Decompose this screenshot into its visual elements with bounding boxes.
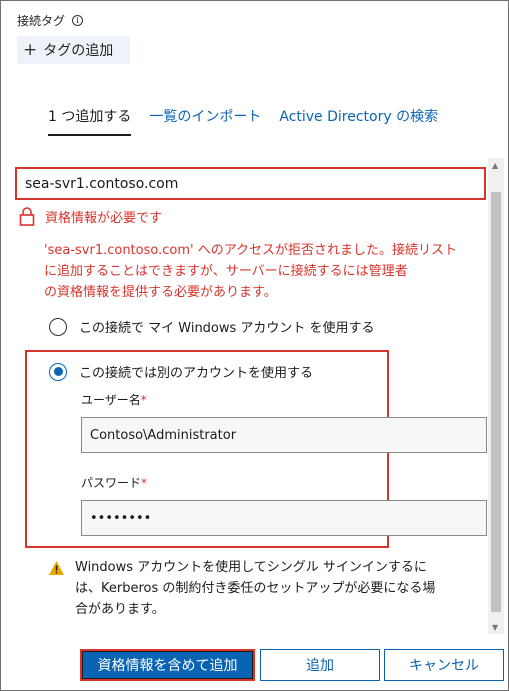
kerberos-notice: Windows アカウントを使用してシングル サインインするに は、Kerber… <box>48 557 475 620</box>
vertical-scrollbar[interactable]: ▲ ▼ <box>488 158 504 634</box>
add-button[interactable]: 追加 <box>260 649 380 681</box>
credentials-required-label: 資格情報が必要です <box>45 210 163 226</box>
lock-icon <box>19 207 35 226</box>
server-name-input[interactable] <box>15 167 486 200</box>
tab-ad-search[interactable]: Active Directory の検索 <box>279 106 438 136</box>
kerberos-notice-line: は、Kerberos の制約付き委任のセットアップが必要になる場 <box>75 581 436 596</box>
radio-other-account[interactable]: この接続では別のアカウントを使用する <box>49 362 313 381</box>
tab-add-one[interactable]: 1 つ追加する <box>48 106 132 136</box>
password-field[interactable] <box>81 500 487 536</box>
access-denied-message: 'sea-svr1.contoso.com' へのアクセスが拒否されました。接続… <box>44 240 484 303</box>
kerberos-notice-line: 合があります。 <box>75 602 165 617</box>
add-with-credentials-button[interactable]: 資格情報を含めて追加 <box>80 649 255 681</box>
radio-button-selected[interactable] <box>49 362 67 381</box>
add-tag-label: タグの追加 <box>43 43 114 59</box>
kerberos-notice-text: Windows アカウントを使用してシングル サインインするに は、Kerber… <box>75 557 475 620</box>
radio-my-account[interactable]: この接続で マイ Windows アカウント を使用する <box>49 317 375 336</box>
radio-button[interactable] <box>49 317 67 336</box>
username-field[interactable] <box>81 417 487 453</box>
radio-my-account-label: この接続で マイ Windows アカウント を使用する <box>79 321 375 336</box>
access-denied-line: 'sea-svr1.contoso.com' へのアクセスが拒否されました。接続… <box>44 243 458 258</box>
credentials-required: 資格情報が必要です <box>19 206 162 226</box>
scroll-down-icon[interactable]: ▼ <box>492 623 498 632</box>
access-denied-line: に追加することはできますが、サーバーに接続するには管理者 <box>44 264 408 279</box>
add-tag-button[interactable]: + タグの追加 <box>17 36 130 64</box>
plus-icon: + <box>23 39 38 60</box>
kerberos-notice-line: Windows アカウントを使用してシングル サインインするに <box>75 560 427 575</box>
radio-other-account-label: この接続では別のアカウントを使用する <box>79 366 314 381</box>
required-marker: * <box>141 476 148 490</box>
tags-title-text: 接続タグ <box>17 14 66 28</box>
password-label: パスワード* <box>81 474 147 491</box>
scrollbar-thumb[interactable] <box>491 192 501 612</box>
password-label-text: パスワード <box>81 476 142 490</box>
cancel-button[interactable]: キャンセル <box>384 649 504 681</box>
tab-import-list[interactable]: 一覧のインポート <box>149 106 261 136</box>
tags-section-title: 接続タグ i <box>17 12 84 29</box>
required-marker: * <box>140 393 147 407</box>
username-label: ユーザー名* <box>81 391 147 408</box>
username-label-text: ユーザー名 <box>81 393 141 407</box>
access-denied-line: の資格情報を提供する必要があります。 <box>44 285 277 300</box>
info-icon[interactable]: i <box>72 15 84 26</box>
scroll-up-icon[interactable]: ▲ <box>492 161 498 170</box>
connection-tabs: 1 つ追加する 一覧のインポート Active Directory の検索 <box>48 106 438 136</box>
warning-icon <box>49 561 64 575</box>
